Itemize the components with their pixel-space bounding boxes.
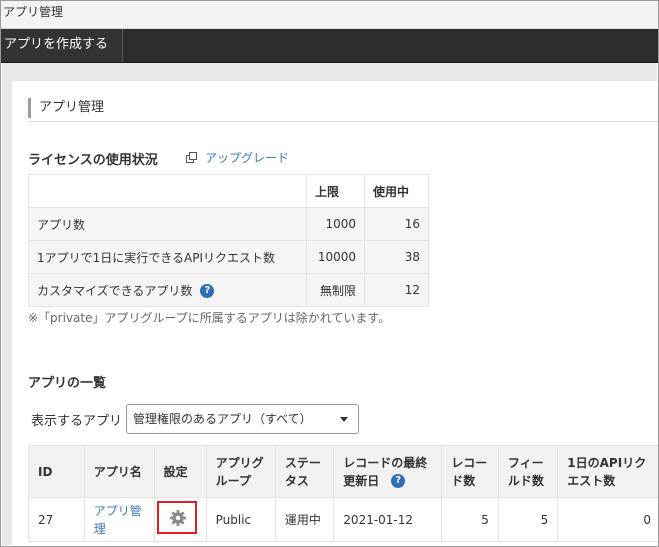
gear-icon [169,509,186,526]
license-table: 上限 使用中 アプリ数 1000 16 1アプリで1日に実行できるAPIリクエス… [28,174,429,307]
toolbar: アプリを作成する [1,29,658,63]
create-app-button[interactable]: アプリを作成する [1,29,124,62]
license-header-limit: 上限 [306,174,365,208]
app-last-updated: 2021-01-12 [333,497,443,542]
col-settings: 設定 [153,445,207,498]
license-section-title: ライセンスの使用状況 [28,153,158,168]
col-app-group[interactable]: アプリグループ [205,445,276,498]
app-filter-value: 管理権限のあるアプリ（すべて） [133,412,312,426]
license-row-limit: 10000 [306,240,365,274]
license-row-in-use: 16 [364,207,429,241]
license-row-in-use: 12 [364,273,429,307]
apps-header-row: ID アプリ名 設定 アプリグループ ステータス レコードの最終更新日? レコー… [28,445,658,498]
main-panel: アプリ管理 ライセンスの使用状況 アップグレード 上限 使用中 アプリ数 100… [12,81,658,546]
app-group: Public [205,497,276,542]
col-last-updated-label: レコードの最終更新日 [343,455,428,488]
table-row: カスタマイズできるアプリ数? 無制限 12 [28,273,429,307]
app-id: 27 [28,497,85,542]
app-settings-cell [153,497,207,542]
col-last-updated[interactable]: レコードの最終更新日? [333,445,443,498]
license-row-in-use: 38 [364,240,429,274]
filter-label: 表示するアプリ [31,414,123,429]
upgrade-link-label: アップグレード [205,151,290,165]
app-api-requests: 0 [557,497,658,542]
table-row: 27 アプリ管理 Public 運用中 2021-01-12 5 5 0 [28,497,658,542]
col-records[interactable]: レコード数 [441,445,499,498]
license-row-label: カスタマイズできるアプリ数 [37,283,193,298]
chevron-down-icon [340,417,348,422]
external-window-icon [186,151,198,164]
license-header-blank [28,174,307,208]
table-row: 1アプリで1日に実行できるAPIリクエスト数 10000 38 [28,240,429,274]
app-fields: 5 [497,497,559,542]
app-name-link[interactable]: アプリ管理 [94,504,142,536]
app-status: 運用中 [274,497,335,542]
content-area: アプリ管理 ライセンスの使用状況 アップグレード 上限 使用中 アプリ数 100… [2,63,658,546]
license-header-row: 上限 使用中 [28,174,429,208]
license-note: ※「private」アプリグループに所属するアプリは除かれています。 [28,311,391,325]
help-circle-icon[interactable]: ? [200,284,215,298]
license-header-in-use: 使用中 [364,174,429,208]
license-row-label: アプリ数 [28,207,307,241]
title-divider [28,121,658,122]
license-row-label-cell: カスタマイズできるアプリ数? [28,273,307,307]
app-name-cell: アプリ管理 [83,497,155,542]
col-status[interactable]: ステータス [274,445,335,498]
app-window: アプリ管理 アプリを作成する アプリ管理 ライセンスの使用状況 アップグレード … [0,0,659,547]
page-title: アプリ管理 [28,98,104,118]
table-row: アプリ数 1000 16 [28,207,429,241]
license-row-label: 1アプリで1日に実行できるAPIリクエスト数 [28,240,307,274]
col-api-requests[interactable]: 1日のAPIリクエスト数 [557,445,658,498]
upgrade-link[interactable]: アップグレード [186,149,289,166]
license-row-limit: 無制限 [306,273,365,307]
apps-section-title: アプリの一覧 [28,376,107,391]
app-records: 5 [441,497,499,542]
license-row-limit: 1000 [306,207,365,241]
col-fields[interactable]: フィールド数 [497,445,559,498]
help-circle-icon[interactable]: ? [391,474,406,488]
col-app-name[interactable]: アプリ名 [83,445,155,498]
apps-table: ID アプリ名 設定 アプリグループ ステータス レコードの最終更新日? レコー… [28,445,658,542]
app-settings-button[interactable] [156,500,197,534]
col-id[interactable]: ID [28,445,85,498]
app-filter-select[interactable]: 管理権限のあるアプリ（すべて） [126,404,359,434]
window-title: アプリ管理 [1,1,658,29]
